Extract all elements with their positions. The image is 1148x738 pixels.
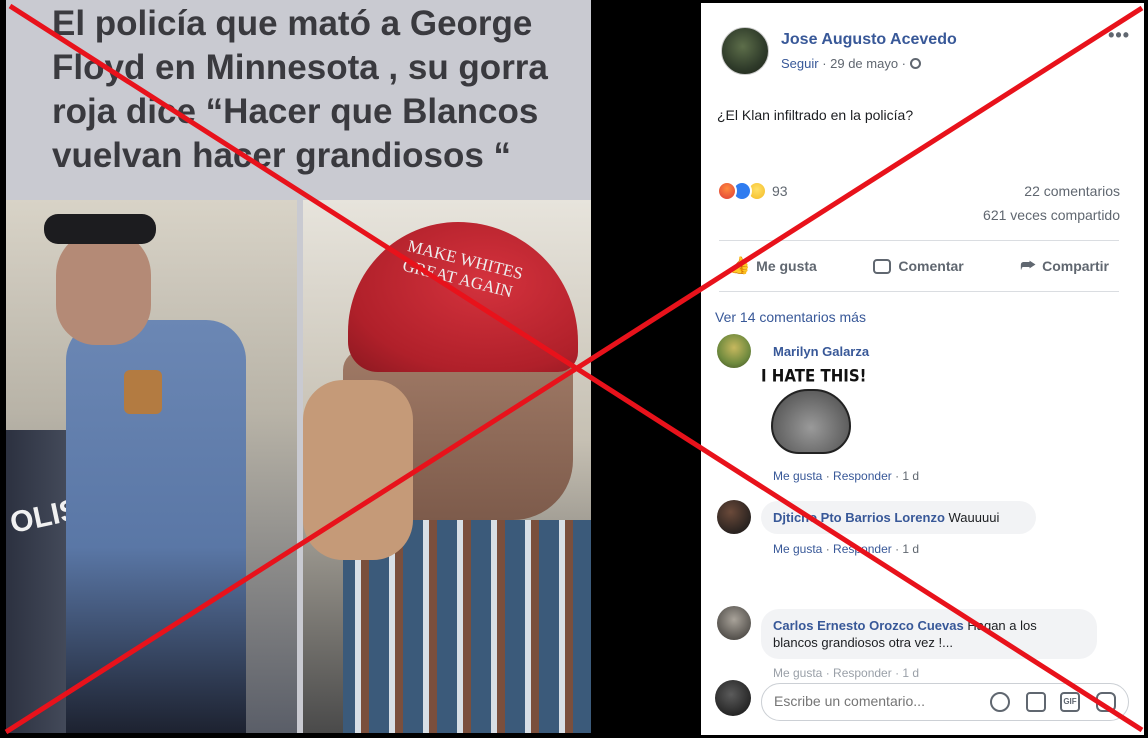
share-button[interactable]: ⮫ Compartir	[1020, 256, 1109, 276]
comment-reply-link[interactable]: Responder	[833, 542, 892, 556]
commenter-avatar[interactable]	[717, 334, 751, 368]
angry-reaction-icon	[717, 181, 737, 201]
image-headline: El policía que mató a George Floyd en Mi…	[52, 4, 548, 175]
comment-sticker: I HATE THIS!	[761, 366, 871, 467]
post-meta: Seguir · 29 de mayo ·	[781, 56, 921, 71]
reaction-count: 93	[772, 183, 788, 199]
gif-icon[interactable]: GIF	[1060, 692, 1080, 712]
thumbs-up-icon: 👍	[729, 256, 751, 275]
post-date: · 29 de mayo ·	[818, 56, 910, 71]
comment-composer[interactable]: GIF	[761, 683, 1129, 721]
like-label: Me gusta	[756, 258, 817, 274]
comment-actions: Me gusta · Responder · 1 d	[773, 666, 920, 680]
comment-sep: ·	[822, 469, 834, 483]
reactions-summary[interactable]: 93	[717, 179, 788, 203]
current-user-avatar	[715, 680, 751, 716]
globe-icon	[909, 58, 921, 69]
more-options-icon[interactable]: •••	[1108, 25, 1130, 46]
comment-label: Comentar	[898, 258, 964, 274]
officer-head	[56, 230, 151, 345]
sticker-text: I HATE THIS!	[761, 366, 867, 386]
comments-count[interactable]: 22 comentarios	[1024, 183, 1120, 199]
share-label: Compartir	[1042, 258, 1109, 274]
post-image[interactable]: OLIS MAKE WHITES GREAT AGAIN El policía …	[6, 0, 591, 733]
comment-text: Wauuuui	[944, 510, 1000, 525]
comment-actions: Me gusta · Responder · 1 d	[773, 542, 919, 556]
comment-bubble: Carlos Ernesto Orozco Cuevas Hagan a los…	[761, 609, 1097, 659]
commenter-avatar[interactable]	[717, 606, 751, 640]
comment-sep: ·	[822, 542, 834, 556]
comment-reply-link[interactable]: Responder	[833, 469, 892, 483]
post-text: ¿El Klan infiltrado en la policía?	[717, 107, 914, 123]
sticker-icon[interactable]	[1096, 692, 1116, 712]
commenter-name[interactable]: Carlos Ernesto Orozco Cuevas	[773, 618, 964, 633]
comment-like-link[interactable]: Me gusta	[773, 542, 822, 556]
emoji-icon[interactable]	[990, 692, 1010, 712]
comment-bubble: Djticho Pto Barrios Lorenzo Wauuuui	[761, 501, 1036, 534]
action-bar: 👍 Me gusta Comentar ⮫ Compartir	[719, 240, 1119, 292]
author-name[interactable]: Jose Augusto Acevedo	[781, 31, 957, 49]
commenter-name[interactable]: Marilyn Galarza	[773, 344, 869, 359]
comment-actions: Me gusta · Responder · 1 d	[773, 469, 919, 483]
like-button[interactable]: 👍 Me gusta	[729, 256, 817, 276]
photo-man-red-hat: MAKE WHITES GREAT AGAIN	[303, 200, 591, 733]
shares-count[interactable]: 621 veces compartido	[983, 207, 1120, 223]
author-avatar[interactable]	[721, 27, 769, 75]
follow-link[interactable]: Seguir	[781, 56, 819, 71]
comment-time: · 1 d	[891, 542, 920, 556]
share-arrow-icon: ⮫	[1020, 256, 1037, 275]
man-hand	[303, 380, 413, 560]
facebook-post-panel: Jose Augusto Acevedo Seguir · 29 de mayo…	[701, 3, 1144, 735]
comment-like-link[interactable]: Me gusta	[773, 469, 822, 483]
comment-button[interactable]: Comentar	[873, 258, 964, 274]
commenter-name[interactable]: Djticho Pto Barrios Lorenzo	[773, 510, 945, 525]
comment-bubble-icon	[873, 258, 892, 274]
officer-sunglasses	[44, 214, 156, 244]
photo-police-officer: OLIS	[6, 200, 297, 733]
comment-input[interactable]	[774, 693, 974, 709]
camera-icon[interactable]	[1026, 692, 1046, 712]
comment-time: · 1 d	[891, 469, 920, 483]
angry-raccoon-sticker-icon	[771, 389, 851, 454]
view-more-comments-link[interactable]: Ver 14 comentarios más	[715, 309, 866, 325]
officer-badge	[124, 370, 162, 414]
commenter-avatar[interactable]	[717, 500, 751, 534]
